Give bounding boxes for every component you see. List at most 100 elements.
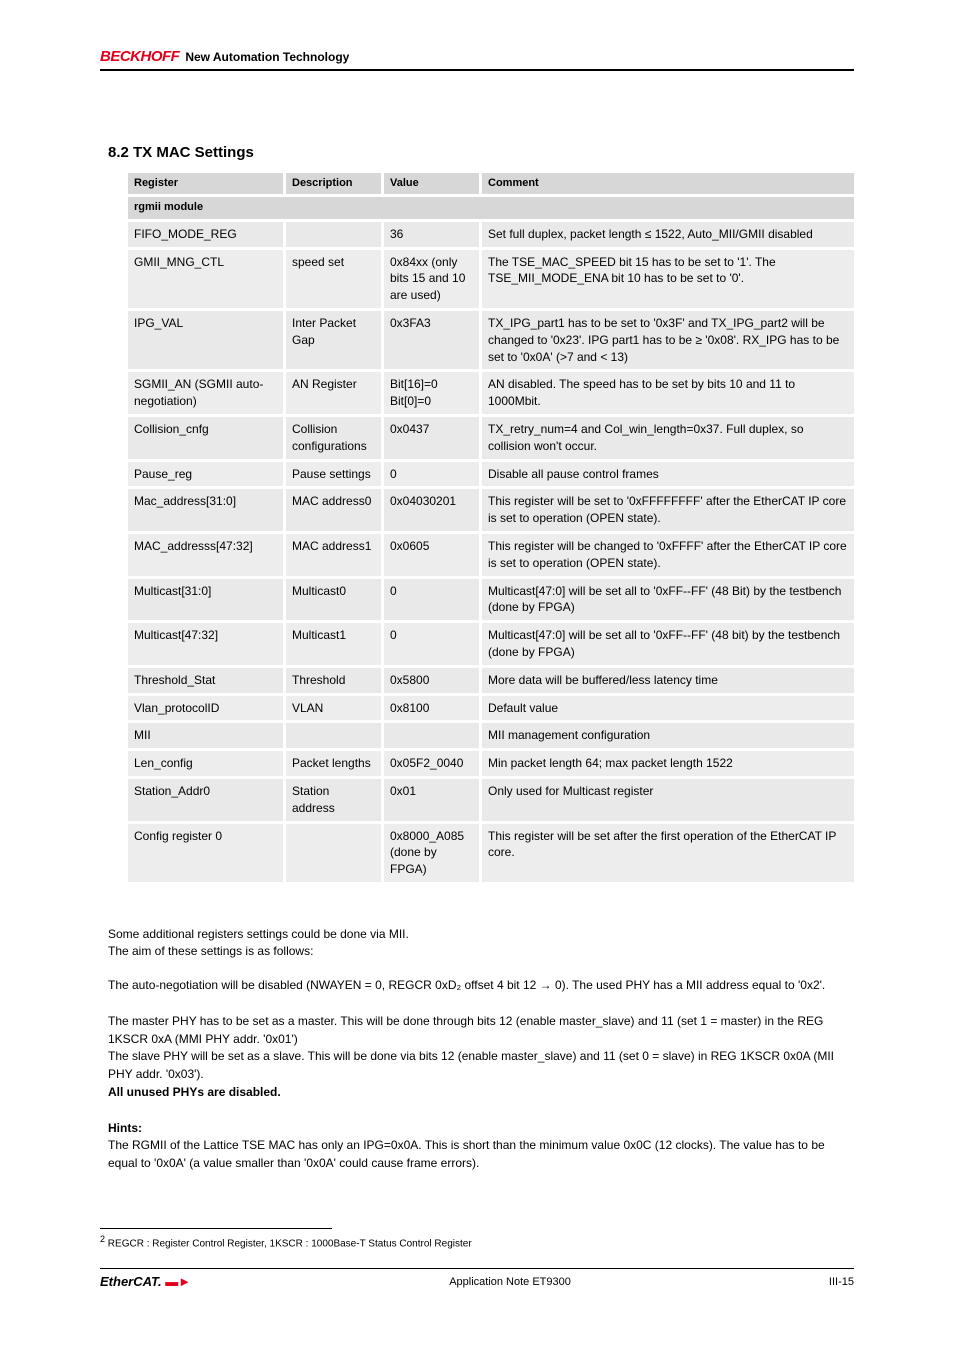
table-cell: MII management configuration [482,723,854,748]
table-cell: Station address [286,779,381,821]
hint-text: The RGMII of the Lattice TSE MAC has onl… [108,1136,854,1172]
table-cell: VLAN [286,696,381,721]
ethercat-logo: EtherCAT. ▬► [100,1274,191,1289]
table-cell: Multicast[47:0] will be set all to '0xFF… [482,579,854,621]
table-row: Collision_cnfgCollision configurations0x… [128,417,854,459]
table-cell: Set full duplex, packet length ≤ 1522, A… [482,222,854,247]
table-cell: Collision_cnfg [128,417,283,459]
table-row: MAC_addresss[47:32]MAC address10x0605Thi… [128,534,854,576]
table-row: Multicast[31:0]Multicast00Multicast[47:0… [128,579,854,621]
page-header: BECKHOFF New Automation Technology [100,48,854,71]
table-cell: Mac_address[31:0] [128,489,283,531]
table-module-row: rgmii module [128,197,854,218]
table-cell [286,824,381,882]
table-cell: Multicast[47:0] will be set all to '0xFF… [482,623,854,665]
table-cell [286,723,381,748]
table-cell: 0x04030201 [384,489,479,531]
settings-table: Register Description Value Comment rgmii… [128,173,854,882]
table-cell: Threshold [286,668,381,693]
table-cell: speed set [286,250,381,308]
table-cell: 0x8100 [384,696,479,721]
table-row: Vlan_protocolIDVLAN0x8100Default value [128,696,854,721]
table-cell: 0 [384,462,479,487]
table-cell: Multicast[31:0] [128,579,283,621]
table-row: Len_configPacket lengths0x05F2_0040Min p… [128,751,854,776]
table-cell: Disable all pause control frames [482,462,854,487]
table-cell: Collision configurations [286,417,381,459]
table-cell: 36 [384,222,479,247]
table-row: Pause_regPause settings0Disable all paus… [128,462,854,487]
table-cell: Default value [482,696,854,721]
intro-line-3: The master PHY has to be set as a master… [108,1012,854,1048]
intro-line-5: All unused PHYs are disabled. [108,1083,854,1101]
table-cell: Inter Packet Gap [286,311,381,369]
footnote-text: REGCR : Register Control Register, 1KSCR… [108,1238,472,1249]
table-cell: Bit[16]=0 Bit[0]=0 [384,372,479,414]
section-heading: 8.2 TX MAC Settings [108,144,254,161]
table-cell: 0x8000_A085 (done by FPGA) [384,824,479,882]
table-cell: The TSE_MAC_SPEED bit 15 has to be set t… [482,250,854,308]
table-row: Station_Addr0Station address0x01Only use… [128,779,854,821]
table-row: GMII_MNG_CTLspeed set0x84xx (only bits 1… [128,250,854,308]
table-cell: 0x5800 [384,668,479,693]
footnote: 2 REGCR : Register Control Register, 1KS… [100,1234,472,1249]
th-value: Value [384,173,479,194]
table-cell: Min packet length 64; max packet length … [482,751,854,776]
th-description: Description [286,173,381,194]
table-cell: Packet lengths [286,751,381,776]
table-cell: Only used for Multicast register [482,779,854,821]
table-row: Config register 0 0x8000_A085 (done by FP… [128,824,854,882]
table-cell: Multicast1 [286,623,381,665]
table-row: MII MII management configuration [128,723,854,748]
appnote-label: Application Note ET9300 [449,1276,571,1288]
table-cell: 0x84xx (only bits 15 and 10 are used) [384,250,479,308]
table-cell: IPG_VAL [128,311,283,369]
table-cell: AN disabled. The speed has to be set by … [482,372,854,414]
table-cell: Threshold_Stat [128,668,283,693]
table-cell: Pause_reg [128,462,283,487]
intro-line-1a: The aim of these settings is as follows: [108,942,313,960]
table-cell: MII [128,723,283,748]
table-cell: MAC address1 [286,534,381,576]
table-row: Threshold_StatThreshold0x5800More data w… [128,668,854,693]
table-header-row: Register Description Value Comment [128,173,854,194]
table-cell: Station_Addr0 [128,779,283,821]
page-footer: EtherCAT. ▬► Application Note ET9300 III… [100,1274,854,1289]
table-cell: 0x3FA3 [384,311,479,369]
table-cell [286,222,381,247]
table-cell: 0x0605 [384,534,479,576]
table-cell: Vlan_protocolID [128,696,283,721]
table-cell: TX_retry_num=4 and Col_win_length=0x37. … [482,417,854,459]
table-cell: Config register 0 [128,824,283,882]
footnote-marker: 2 [100,1234,105,1244]
page-number: III-15 [829,1276,854,1288]
footer-rule [100,1268,854,1269]
intro-line-2: The auto-negotiation will be disabled (N… [108,976,854,994]
table-cell [384,723,479,748]
table-cell: MAC_addresss[47:32] [128,534,283,576]
table-cell: TX_IPG_part1 has to be set to '0x3F' and… [482,311,854,369]
table-cell: 0 [384,579,479,621]
table-cell: 0x01 [384,779,479,821]
table-cell: MAC address0 [286,489,381,531]
th-comment: Comment [482,173,854,194]
table-cell: Pause settings [286,462,381,487]
table-cell: Multicast[47:32] [128,623,283,665]
table-cell: This register will be set after the firs… [482,824,854,882]
table-cell: More data will be buffered/less latency … [482,668,854,693]
table-cell: This register will be set to '0xFFFFFFFF… [482,489,854,531]
table-cell: GMII_MNG_CTL [128,250,283,308]
footnote-rule [100,1228,332,1229]
table-cell: 0 [384,623,479,665]
table-row: SGMII_AN (SGMII auto-negotiation)AN Regi… [128,372,854,414]
th-register: Register [128,173,283,194]
table-row: Multicast[47:32]Multicast10Multicast[47:… [128,623,854,665]
table-cell: This register will be changed to '0xFFFF… [482,534,854,576]
table-cell: FIFO_MODE_REG [128,222,283,247]
intro-line-4: The slave PHY will be set as a slave. Th… [108,1047,854,1083]
table-row: FIFO_MODE_REG 36Set full duplex, packet l… [128,222,854,247]
hint-title: Hints: [108,1119,142,1137]
intro-line-1: Some additional registers settings could… [108,925,854,943]
table-cell: 0x05F2_0040 [384,751,479,776]
table-cell: SGMII_AN (SGMII auto-negotiation) [128,372,283,414]
